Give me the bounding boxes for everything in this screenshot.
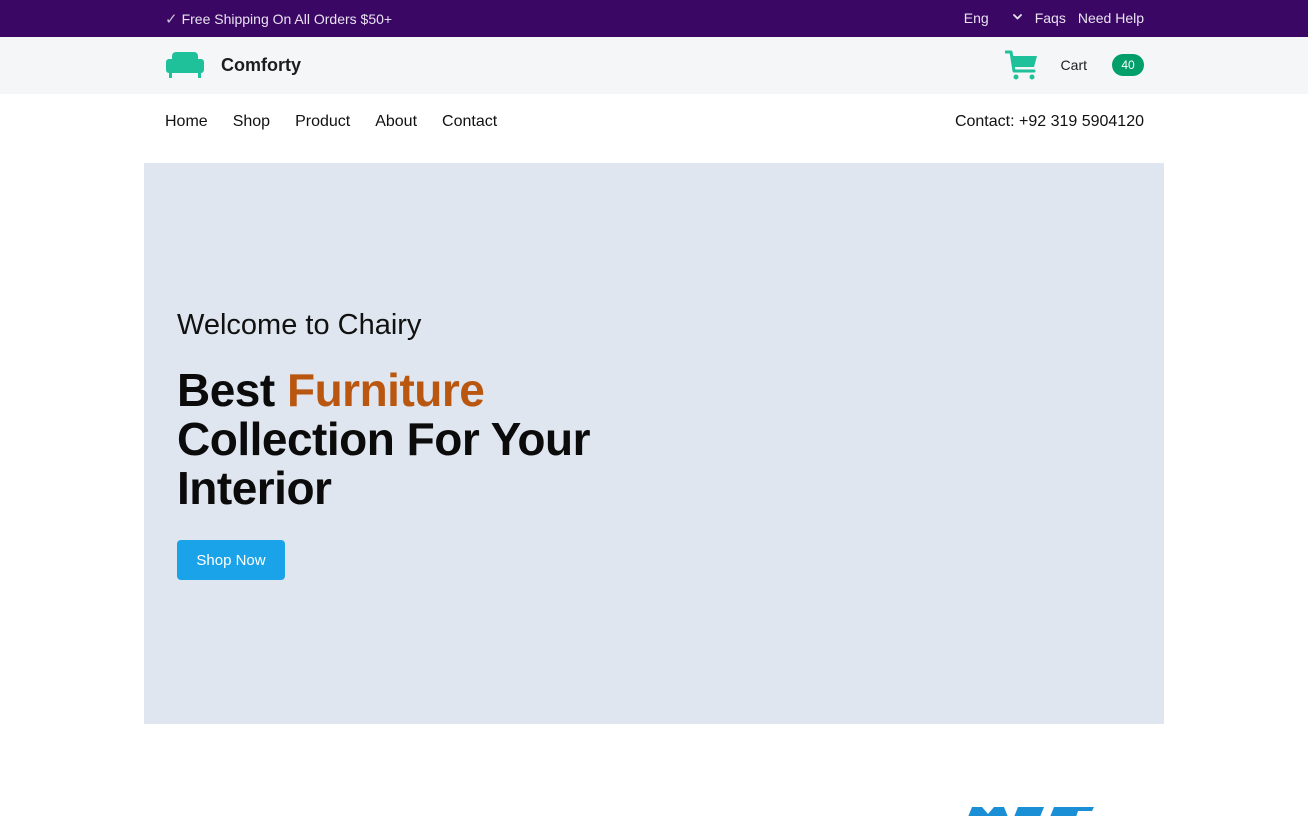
shop-now-button[interactable]: Shop Now	[177, 540, 285, 580]
nav-item-contact[interactable]: Contact	[442, 113, 497, 131]
language-select[interactable]: Eng	[964, 10, 1035, 26]
brand-name: Comforty	[221, 54, 301, 75]
nav-item-about[interactable]: About	[375, 113, 417, 131]
chevron-down-icon	[1012, 13, 1022, 21]
logo[interactable]: Comforty	[165, 49, 301, 81]
hero-banner: Welcome to Chairy Best Furniture Collecti…	[144, 163, 1164, 724]
topbar-links: Eng Faqs Need Help	[964, 10, 1144, 26]
contact-phone: Contact: +92 319 5904120	[954, 113, 1144, 130]
hero-headline: Best Furniture Collection For Your Interi…	[177, 366, 597, 513]
headline-accent: Furniture	[286, 364, 485, 416]
sofa-icon	[165, 49, 205, 81]
need-help-link[interactable]: Need Help	[1078, 10, 1144, 26]
main-nav: Home Shop Product About Contact	[165, 113, 497, 131]
nav-item-shop[interactable]: Shop	[233, 113, 270, 131]
language-label: Eng	[963, 10, 989, 26]
nav-item-product[interactable]: Product	[295, 113, 350, 131]
announcement-bar: ✓ Free Shipping On All Orders $50+ Eng F…	[0, 0, 1308, 37]
cart-icon	[1004, 49, 1039, 81]
headline-rest: Collection For Your Interior	[177, 413, 591, 514]
check-icon: ✓	[165, 11, 178, 28]
nav-item-home[interactable]: Home	[165, 113, 208, 131]
cart-button[interactable]: Cart 40	[1004, 49, 1144, 81]
partner-logo	[966, 804, 1096, 816]
cart-label: Cart	[1060, 57, 1087, 73]
site-header: Comforty Cart 40	[0, 37, 1308, 94]
faqs-link[interactable]: Faqs	[1035, 10, 1066, 26]
hero-welcome: Welcome to Chairy	[177, 309, 422, 341]
shipping-text: Free Shipping On All Orders $50+	[181, 11, 393, 27]
shipping-notice: ✓ Free Shipping On All Orders $50+	[165, 10, 392, 28]
cart-count-badge: 40	[1112, 54, 1144, 76]
headline-prefix: Best	[177, 364, 287, 416]
